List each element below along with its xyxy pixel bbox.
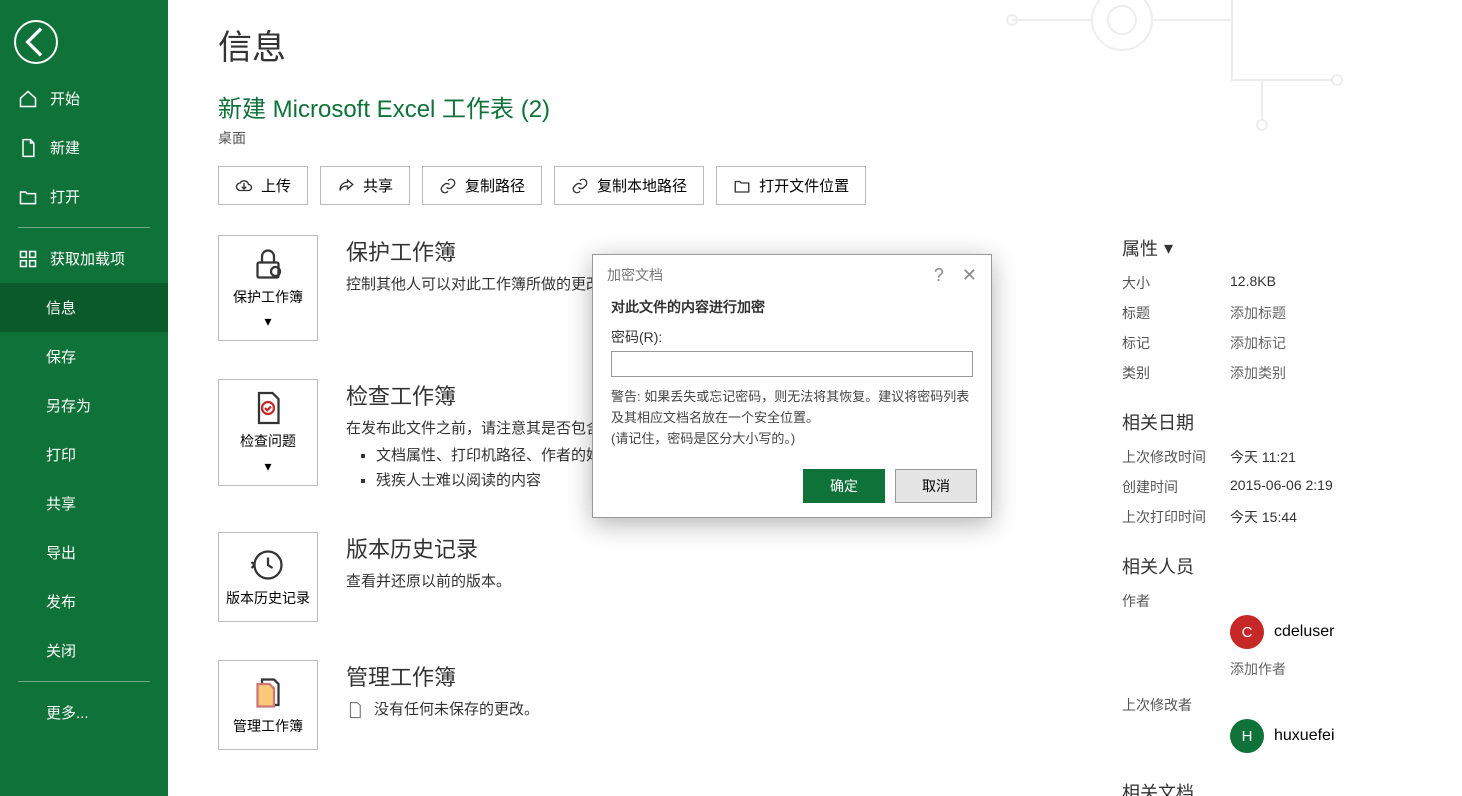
related-dates-heading: 相关日期 <box>1122 409 1422 435</box>
date-modified: 今天 11:21 <box>1230 447 1296 467</box>
document-icon <box>346 699 364 721</box>
nav-print[interactable]: 打印 <box>0 430 168 479</box>
chevron-down-icon: ▾ <box>1164 238 1173 259</box>
share-icon <box>337 177 355 195</box>
nav-label: 获取加载项 <box>50 248 125 269</box>
nav-new[interactable]: 新建 <box>0 123 168 172</box>
nav-more[interactable]: 更多... <box>0 688 168 737</box>
nav-label: 打印 <box>46 444 76 465</box>
nav-label: 导出 <box>46 542 76 563</box>
file-icon <box>18 138 38 158</box>
dialog-heading: 对此文件的内容进行加密 <box>611 297 973 317</box>
properties-panel: 属性 ▾ 大小12.8KB 标题添加标题 标记添加标记 类别添加类别 相关日期 … <box>1122 235 1422 796</box>
date-printed: 今天 15:44 <box>1230 507 1297 527</box>
version-history-button[interactable]: 版本历史记录 <box>218 532 318 622</box>
section-title: 管理工作簿 <box>346 660 1062 692</box>
nav-save[interactable]: 保存 <box>0 332 168 381</box>
prop-size: 12.8KB <box>1230 273 1276 293</box>
link-icon <box>439 177 457 195</box>
section-title: 版本历史记录 <box>346 532 1062 564</box>
add-tags[interactable]: 添加标记 <box>1230 333 1286 353</box>
nav-label: 保存 <box>46 346 76 367</box>
separator <box>18 227 150 228</box>
nav-saveas[interactable]: 另存为 <box>0 381 168 430</box>
nav-label: 共享 <box>46 493 76 514</box>
nav-label: 另存为 <box>46 395 91 416</box>
manage-section: 管理工作簿 管理工作簿 没有任何未保存的更改。 <box>218 660 1062 750</box>
nav-label: 发布 <box>46 591 76 612</box>
nav-publish[interactable]: 发布 <box>0 577 168 626</box>
password-input[interactable] <box>611 351 973 377</box>
document-title: 新建 Microsoft Excel 工作表 (2) <box>218 89 1422 124</box>
document-location: 桌面 <box>218 128 1422 148</box>
encrypt-document-dialog: 加密文档 ? ✕ 对此文件的内容进行加密 密码(R): 警告: 如果丢失或忘记密… <box>592 254 992 518</box>
add-title[interactable]: 添加标题 <box>1230 303 1286 323</box>
nav-label: 打开 <box>50 186 80 207</box>
nav-start[interactable]: 开始 <box>0 74 168 123</box>
close-icon[interactable]: ✕ <box>962 266 977 284</box>
related-docs-heading: 相关文档 <box>1122 779 1422 796</box>
back-button[interactable] <box>14 20 58 64</box>
nav-addins[interactable]: 获取加载项 <box>0 234 168 283</box>
grid-icon <box>18 249 38 269</box>
add-author[interactable]: 添加作者 <box>1230 659 1422 679</box>
lock-icon <box>250 246 286 282</box>
last-modified-name: huxuefei <box>1274 727 1335 745</box>
nav-info[interactable]: 信息 <box>0 283 168 332</box>
nav-close[interactable]: 关闭 <box>0 626 168 675</box>
nav-share[interactable]: 共享 <box>0 479 168 528</box>
last-modified-row: H huxuefei <box>1230 719 1422 753</box>
separator <box>18 681 150 682</box>
copy-local-path-button[interactable]: 复制本地路径 <box>554 166 704 205</box>
author-row: C cdeluser <box>1230 615 1422 649</box>
nav-label: 关闭 <box>46 640 76 661</box>
backstage-sidebar: 开始 新建 打开 获取加载项 信息 保存 另存为 打印 共享 导出 发布 关闭 … <box>0 0 168 796</box>
add-category[interactable]: 添加类别 <box>1230 363 1286 383</box>
nav-label: 开始 <box>50 88 80 109</box>
link-icon <box>571 177 589 195</box>
date-created: 2015-06-06 2:19 <box>1230 477 1333 497</box>
chevron-down-icon: ▾ <box>264 312 271 330</box>
ok-button[interactable]: 确定 <box>803 469 885 503</box>
check-issues-button[interactable]: 检查问题 ▾ <box>218 379 318 485</box>
dialog-warning: 警告: 如果丢失或忘记密码，则无法将其恢复。建议将密码列表及其相应文档名放在一个… <box>611 387 973 449</box>
copy-path-button[interactable]: 复制路径 <box>422 166 542 205</box>
history-icon <box>250 547 286 583</box>
share-button[interactable]: 共享 <box>320 166 410 205</box>
cancel-button[interactable]: 取消 <box>895 469 977 503</box>
manage-workbook-button[interactable]: 管理工作簿 <box>218 660 318 750</box>
document-stack-icon <box>250 675 286 711</box>
nav-open[interactable]: 打开 <box>0 172 168 221</box>
protect-workbook-button[interactable]: 保护工作簿 ▾ <box>218 235 318 341</box>
cloud-upload-icon <box>235 177 253 195</box>
properties-heading[interactable]: 属性 ▾ <box>1122 235 1422 261</box>
upload-button[interactable]: 上传 <box>218 166 308 205</box>
arrow-left-icon <box>16 22 56 62</box>
related-people-heading: 相关人员 <box>1122 553 1422 579</box>
chevron-down-icon: ▾ <box>264 457 271 475</box>
folder-icon <box>733 177 751 195</box>
dialog-title: 加密文档 <box>607 265 663 285</box>
nav-label: 新建 <box>50 137 80 158</box>
avatar: H <box>1230 719 1264 753</box>
check-document-icon <box>250 390 286 426</box>
avatar: C <box>1230 615 1264 649</box>
open-file-location-button[interactable]: 打开文件位置 <box>716 166 866 205</box>
author-name: cdeluser <box>1274 623 1334 641</box>
section-desc: 查看并还原以前的版本。 <box>346 570 1062 591</box>
nav-label: 更多... <box>46 702 89 723</box>
nav-export[interactable]: 导出 <box>0 528 168 577</box>
info-toolbar: 上传 共享 复制路径 复制本地路径 打开文件位置 <box>218 166 1422 205</box>
folder-open-icon <box>18 187 38 207</box>
nav-label: 信息 <box>46 297 76 318</box>
password-label: 密码(R): <box>611 327 973 347</box>
page-title: 信息 <box>218 20 1422 69</box>
section-desc: 没有任何未保存的更改。 <box>346 698 1062 721</box>
history-section: 版本历史记录 版本历史记录 查看并还原以前的版本。 <box>218 532 1062 622</box>
help-icon[interactable]: ? <box>934 266 944 284</box>
home-icon <box>18 89 38 109</box>
